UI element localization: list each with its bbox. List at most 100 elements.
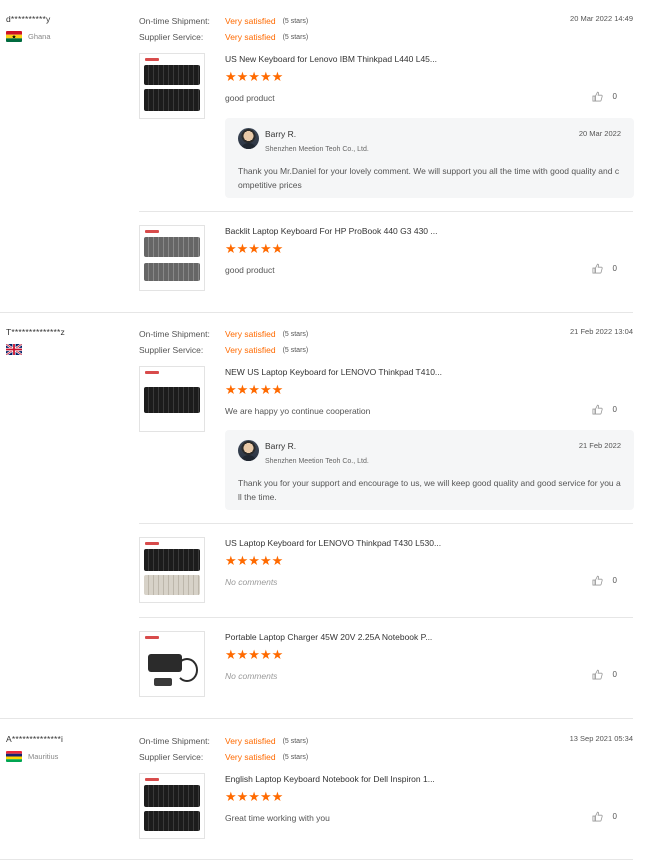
ontime-value: Very satisfied (225, 736, 276, 746)
buyer-country: Ghana (6, 31, 131, 42)
buyer-info: A**************i Mauritius (6, 734, 131, 762)
supplier-value: Very satisfied (225, 32, 276, 42)
product-divider (139, 617, 633, 618)
buyer-name: T**************z (6, 327, 65, 337)
product-title-link[interactable]: English Laptop Keyboard Notebook for Del… (225, 774, 435, 784)
supplier-label: Supplier Service: (139, 345, 204, 355)
product-divider (139, 523, 633, 524)
supplier-stars: (5 stars) (282, 33, 309, 41)
country-name: Ghana (28, 32, 51, 41)
review-item: T**************z On-time Shipment: Very … (0, 327, 653, 717)
like-count: 0 (612, 670, 617, 679)
uk-flag-icon (6, 344, 22, 355)
product-image[interactable] (139, 773, 205, 839)
like-button[interactable]: 0 (592, 575, 617, 586)
reply-author: Barry R. (265, 129, 297, 139)
review-item: A**************i Mauritius On-time Shipm… (0, 734, 653, 858)
like-count: 0 (612, 92, 617, 101)
supplier-rating: Supplier Service: Very satisfied (5 star… (139, 30, 633, 44)
thumbs-up-icon (592, 404, 603, 415)
supplier-label: Supplier Service: (139, 752, 204, 762)
product-image[interactable] (139, 631, 205, 697)
ontime-rating: On-time Shipment: Very satisfied (5 star… (139, 734, 633, 748)
review-comment: No comments (225, 577, 278, 587)
supplier-stars: (5 stars) (282, 753, 309, 761)
buyer-info: d**********y Ghana (6, 14, 131, 42)
review-comment: good product (225, 265, 275, 275)
rating-summary: On-time Shipment: Very satisfied (5 star… (139, 327, 633, 359)
reply-date: 20 Mar 2022 (578, 129, 621, 138)
ontime-label: On-time Shipment: (139, 16, 210, 26)
brand-logo (145, 778, 159, 781)
review-comment: Great time working with you (225, 813, 330, 823)
thumbs-up-icon (592, 669, 603, 680)
buyer-country (6, 344, 131, 355)
product-review: US Laptop Keyboard for LENOVO Thinkpad T… (139, 537, 633, 603)
star-rating: ★★★★★ (225, 382, 284, 397)
like-button[interactable]: 0 (592, 404, 617, 415)
review-date: 21 Feb 2022 13:04 (570, 327, 633, 336)
star-rating: ★★★★★ (225, 69, 284, 84)
product-image[interactable] (139, 225, 205, 291)
product-image[interactable] (139, 537, 205, 603)
review-divider (0, 859, 633, 860)
reply-company: Shenzhen Meetion Teoh Co., Ltd. (265, 458, 369, 465)
ontime-value: Very satisfied (225, 329, 276, 339)
star-rating: ★★★★★ (225, 789, 284, 804)
thumbs-up-icon (592, 263, 603, 274)
like-button[interactable]: 0 (592, 263, 617, 274)
ontime-label: On-time Shipment: (139, 329, 210, 339)
product-review: NEW US Laptop Keyboard for LENOVO Thinkp… (139, 366, 634, 511)
like-count: 0 (612, 812, 617, 821)
thumbs-up-icon (592, 811, 603, 822)
reply-author: Barry R. (265, 441, 297, 451)
like-button[interactable]: 0 (592, 91, 617, 102)
review-item: d**********y Ghana On-time Shipment: Ver… (0, 14, 653, 312)
supplier-rating: Supplier Service: Very satisfied (5 star… (139, 750, 633, 764)
brand-logo (145, 58, 159, 61)
supplier-label: Supplier Service: (139, 32, 204, 42)
review-divider (0, 718, 633, 719)
country-name: Mauritius (28, 752, 59, 761)
supplier-value: Very satisfied (225, 345, 276, 355)
reply-company: Shenzhen Meetion Teoh Co., Ltd. (265, 146, 369, 153)
like-button[interactable]: 0 (592, 669, 617, 680)
like-button[interactable]: 0 (592, 811, 617, 822)
product-title-link[interactable]: Portable Laptop Charger 45W 20V 2.25A No… (225, 632, 432, 642)
buyer-country: Mauritius (6, 751, 131, 762)
reply-text: Thank you for your support and encourage… (238, 478, 621, 502)
supplier-value: Very satisfied (225, 752, 276, 762)
brand-logo (145, 371, 159, 374)
ghana-flag-icon (6, 31, 22, 42)
star-rating: ★★★★★ (225, 553, 284, 568)
ontime-rating: On-time Shipment: Very satisfied (5 star… (139, 327, 633, 341)
product-title-link[interactable]: NEW US Laptop Keyboard for LENOVO Thinkp… (225, 367, 442, 377)
ontime-stars: (5 stars) (282, 17, 309, 25)
ontime-stars: (5 stars) (282, 737, 309, 745)
rating-summary: On-time Shipment: Very satisfied (5 star… (139, 734, 633, 766)
like-count: 0 (612, 264, 617, 273)
product-review: Backlit Laptop Keyboard For HP ProBook 4… (139, 225, 633, 291)
brand-logo (145, 542, 159, 545)
supplier-reply: Barry R. Shenzhen Meetion Teoh Co., Ltd.… (225, 118, 634, 198)
brand-logo (145, 230, 159, 233)
thumbs-up-icon (592, 91, 603, 102)
product-review: English Laptop Keyboard Notebook for Del… (139, 773, 633, 839)
supplier-reply: Barry R. Shenzhen Meetion Teoh Co., Ltd.… (225, 430, 634, 510)
product-title-link[interactable]: Backlit Laptop Keyboard For HP ProBook 4… (225, 226, 437, 236)
product-image[interactable] (139, 53, 205, 119)
review-comment: We are happy yo continue cooperation (225, 406, 371, 416)
buyer-name: d**********y (6, 14, 51, 24)
product-image[interactable] (139, 366, 205, 432)
review-date: 13 Sep 2021 05:34 (569, 734, 633, 743)
avatar (238, 128, 259, 149)
product-title-link[interactable]: US New Keyboard for Lenovo IBM Thinkpad … (225, 54, 437, 64)
product-divider (139, 211, 633, 212)
thumbs-up-icon (592, 575, 603, 586)
mauritius-flag-icon (6, 751, 22, 762)
review-date: 20 Mar 2022 14:49 (570, 14, 633, 23)
ontime-value: Very satisfied (225, 16, 276, 26)
product-title-link[interactable]: US Laptop Keyboard for LENOVO Thinkpad T… (225, 538, 441, 548)
supplier-rating: Supplier Service: Very satisfied (5 star… (139, 343, 633, 357)
reply-text: Thank you Mr.Daniel for your lovely comm… (238, 166, 620, 190)
